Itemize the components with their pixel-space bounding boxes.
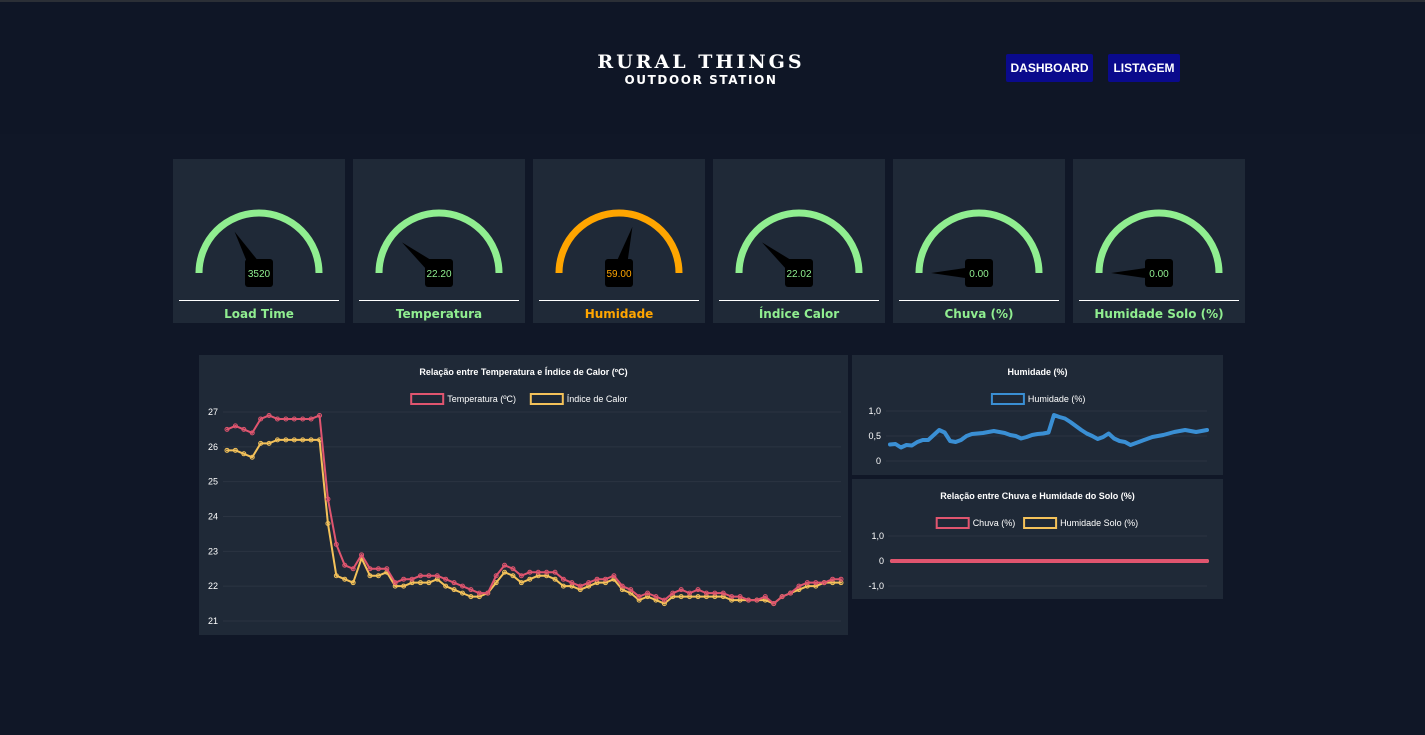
y-tick-label: 1,0 bbox=[868, 406, 881, 416]
nav-dashboard-button[interactable]: DASHBOARD bbox=[1006, 54, 1093, 82]
header-bar: RURAL THINGS OUTDOOR STATION DASHBOARD L… bbox=[0, 2, 1425, 134]
gauge-dial: 0.00 bbox=[1079, 209, 1239, 301]
gauge-humidade: 59.00 Humidade bbox=[533, 159, 705, 323]
gauge-indice-calor: 22.02 Índice Calor bbox=[713, 159, 885, 323]
y-tick-label: 26 bbox=[208, 442, 218, 452]
logo-subtitle: OUTDOOR STATION bbox=[624, 73, 778, 87]
logo-title: RURAL THINGS bbox=[597, 51, 805, 73]
gauge-chuva: 0.00 Chuva (%) bbox=[893, 159, 1065, 323]
legend-label[interactable]: Chuva (%) bbox=[973, 518, 1016, 528]
legend-swatch[interactable] bbox=[935, 517, 970, 529]
gauge-label: Humidade bbox=[584, 307, 654, 321]
y-tick-label: 21 bbox=[208, 616, 218, 626]
chart-temperatura-indice-calor: Relação entre Temperatura e Índice de Ca… bbox=[199, 355, 848, 635]
gauge-value: 22.20 bbox=[426, 269, 451, 280]
chart-svg: Humidade (%) Humidade (%) 1,0 0,5 0 bbox=[868, 367, 1209, 466]
gauge-dial: 22.20 bbox=[359, 209, 519, 301]
gauge-humidade-solo: 0.00 Humidade Solo (%) bbox=[1073, 159, 1245, 323]
gauge-value: 3520 bbox=[248, 269, 271, 280]
chart-title: Humidade (%) bbox=[1007, 367, 1067, 377]
gauge-dial: 59.00 bbox=[539, 209, 699, 301]
y-tick-label: 22 bbox=[208, 581, 218, 591]
chart-title: Relação entre Temperatura e Índice de Ca… bbox=[419, 367, 627, 377]
gauge-value: 0.00 bbox=[1149, 269, 1169, 280]
nav-listagem-button[interactable]: LISTAGEM bbox=[1108, 54, 1180, 82]
gauge-dial: 22.02 bbox=[719, 209, 879, 301]
gauge-label: Humidade Solo (%) bbox=[1094, 307, 1224, 321]
legend-label[interactable]: Temperatura (ºC) bbox=[447, 394, 516, 404]
legend-label[interactable]: Humidade Solo (%) bbox=[1060, 518, 1138, 528]
y-tick-label: 0 bbox=[876, 456, 881, 466]
gauge-label: Temperatura bbox=[395, 307, 483, 321]
legend-label[interactable]: Humidade (%) bbox=[1028, 394, 1086, 404]
y-tick-label: 23 bbox=[208, 546, 218, 556]
gauge-label: Índice Calor bbox=[758, 307, 840, 321]
y-tick-label: 0,5 bbox=[868, 431, 881, 441]
y-tick-label: -1,0 bbox=[868, 581, 884, 591]
y-tick-label: 25 bbox=[208, 477, 218, 487]
y-tick-label: 27 bbox=[208, 407, 218, 417]
gauge-value: 59.00 bbox=[606, 269, 631, 280]
y-tick-label: 1,0 bbox=[871, 531, 884, 541]
series-line bbox=[226, 438, 842, 605]
legend-label[interactable]: Índice de Calor bbox=[567, 394, 628, 404]
chart-title: Relação entre Chuva e Humidade do Solo (… bbox=[940, 491, 1135, 501]
gauge-dial: 3520 bbox=[179, 209, 339, 301]
gauge-label: Chuva (%) bbox=[944, 307, 1014, 321]
series-line bbox=[888, 413, 1209, 450]
chart-svg: Relação entre Temperatura e Índice de Ca… bbox=[208, 367, 844, 626]
legend-swatch[interactable] bbox=[990, 393, 1025, 405]
chart-svg: Relação entre Chuva e Humidade do Solo (… bbox=[868, 491, 1209, 591]
gauge-load-time: 3520 Load Time bbox=[173, 159, 345, 323]
gauge-temperatura: 22.20 Temperatura bbox=[353, 159, 525, 323]
legend-swatch[interactable] bbox=[529, 393, 564, 405]
chart-chuva-humidade-solo: Relação entre Chuva e Humidade do Solo (… bbox=[852, 479, 1223, 599]
gauge-value: 22.02 bbox=[786, 269, 811, 280]
logo[interactable]: RURAL THINGS OUTDOOR STATION bbox=[560, 52, 842, 88]
chart-humidade: Humidade (%) Humidade (%) 1,0 0,5 0 bbox=[852, 355, 1223, 475]
y-tick-label: 0 bbox=[879, 556, 884, 566]
legend-swatch[interactable] bbox=[410, 393, 445, 405]
gauge-value: 0.00 bbox=[969, 269, 989, 280]
gauge-label: Load Time bbox=[224, 307, 294, 321]
y-tick-label: 24 bbox=[208, 512, 218, 522]
legend-swatch[interactable] bbox=[1023, 517, 1058, 529]
gauge-dial: 0.00 bbox=[899, 209, 1059, 301]
